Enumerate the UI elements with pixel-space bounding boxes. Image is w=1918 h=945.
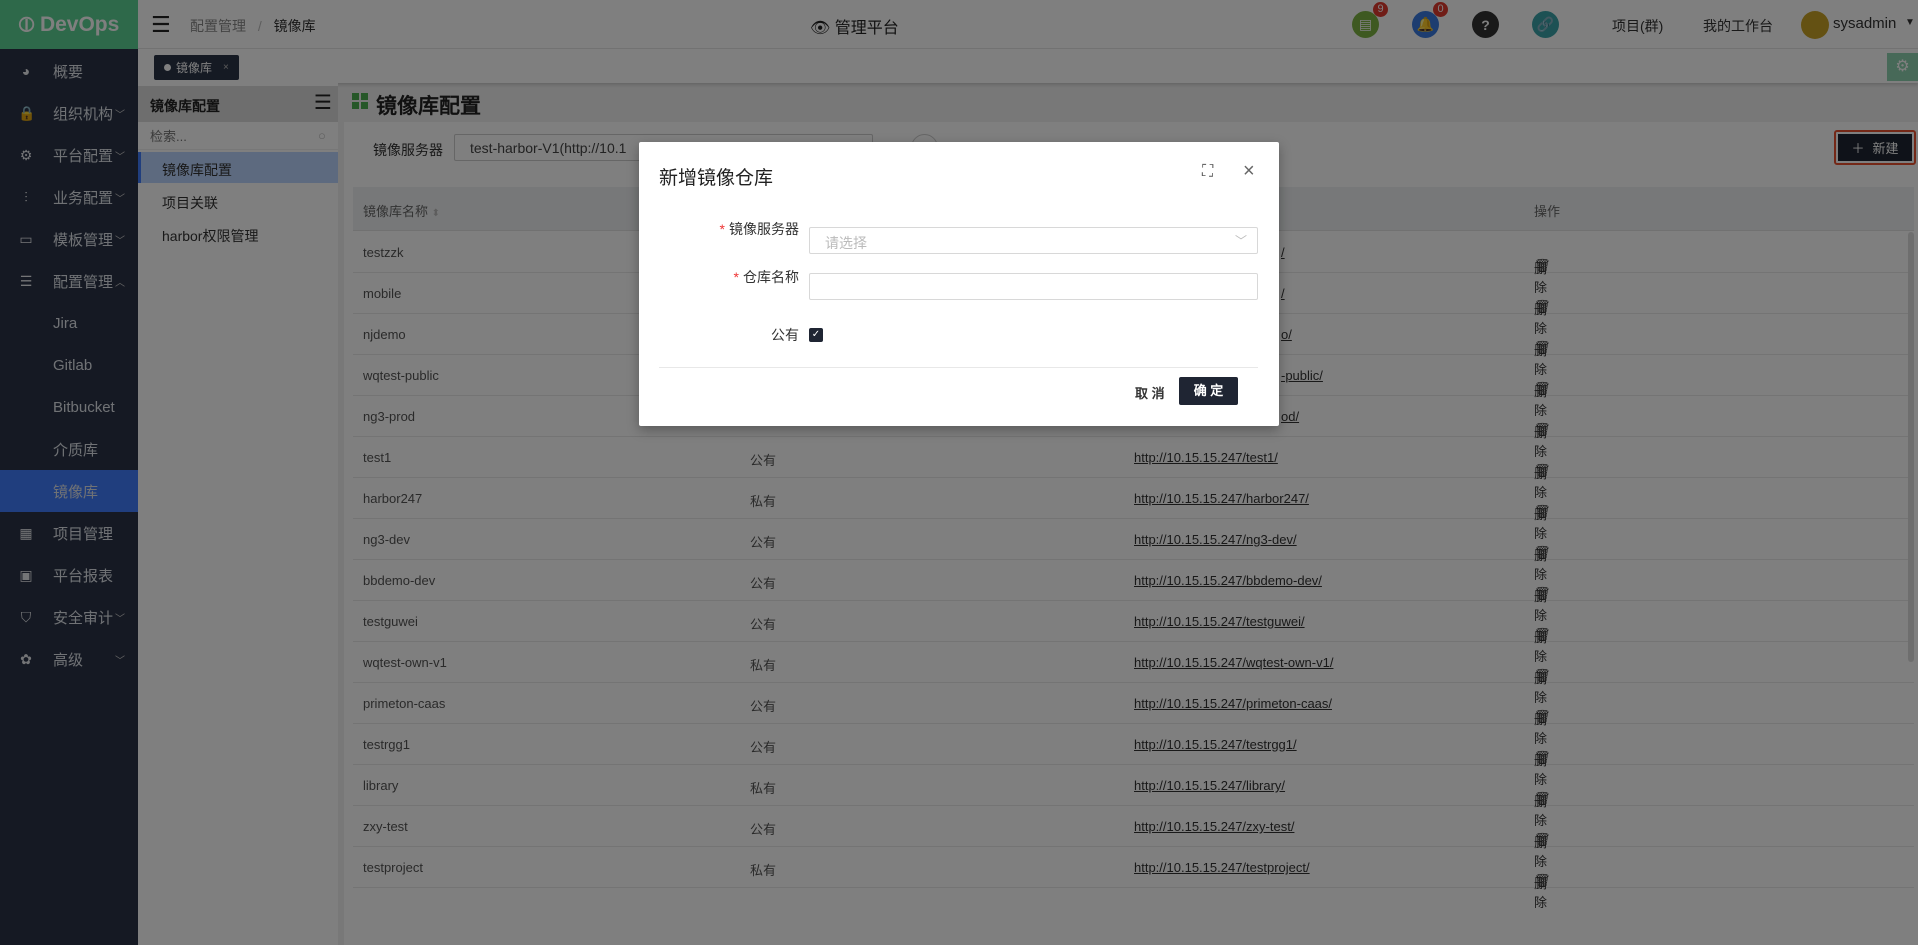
chevron-down-icon: ﹀ bbox=[1234, 234, 1247, 248]
modal-title: 新增镜像仓库 bbox=[659, 168, 774, 189]
server-select-field[interactable]: 请选择 ﹀ bbox=[809, 227, 1258, 254]
name-field-label: * 仓库名称 bbox=[733, 269, 799, 285]
repo-name-input[interactable] bbox=[809, 273, 1258, 300]
public-field-label: 公有 bbox=[771, 327, 799, 343]
fullscreen-icon[interactable]: ⛶ bbox=[1202, 163, 1213, 181]
server-field-label: * 镜像服务器 bbox=[719, 221, 799, 237]
footer-divider bbox=[659, 367, 1258, 368]
confirm-button[interactable]: 确 定 bbox=[1179, 377, 1238, 405]
public-checkbox[interactable]: ✓ bbox=[809, 328, 823, 342]
cancel-button[interactable]: 取 消 bbox=[1135, 383, 1165, 402]
add-mirror-repo-modal: 新增镜像仓库 ⛶ × * 镜像服务器 请选择 ﹀ * 仓库名称 公有 ✓ 取 消 确 … bbox=[639, 142, 1279, 426]
close-icon[interactable]: × bbox=[1243, 160, 1255, 183]
